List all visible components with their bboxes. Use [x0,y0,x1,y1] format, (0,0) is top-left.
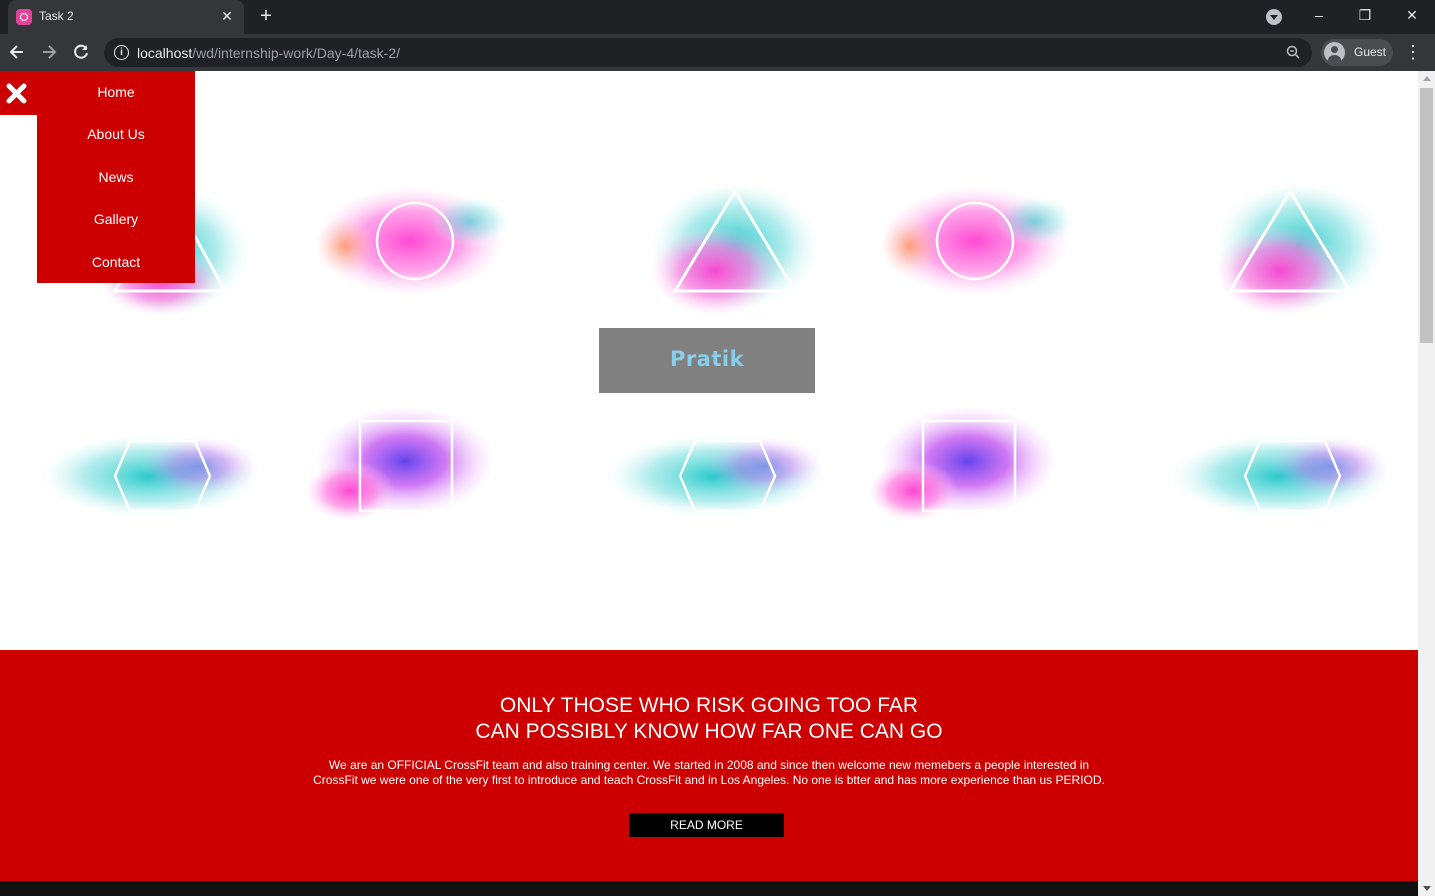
splash-square-2 [868,406,1058,521]
splash-circle-1 [315,186,510,296]
splash-circle-2 [880,186,1075,296]
address-bar[interactable]: i localhost/wd/internship-work/Day-4/tas… [104,38,1312,67]
splash-hexagon-1 [40,434,260,518]
zoom-icon[interactable] [1286,45,1300,59]
promo-text-line2: CrossFit we were one of the very first t… [313,773,1105,787]
splash-hexagon-2 [605,434,825,518]
splash-square-1 [305,406,495,521]
restore-button[interactable]: ❐ [1352,4,1378,26]
splash-triangle-3 [1215,181,1385,316]
footer-strip [0,881,1418,896]
promo-section: ONLY THOSE WHO RISK GOING TOO FAR CAN PO… [0,650,1418,881]
back-icon[interactable] [6,41,28,63]
menu-item-about-us[interactable]: About Us [37,113,195,155]
profile-button[interactable]: Guest [1321,39,1393,66]
menu-item-contact[interactable]: Contact [37,241,195,283]
forward-icon[interactable] [38,41,60,63]
new-tab-icon[interactable]: + [255,5,277,27]
scroll-up-icon[interactable] [1423,76,1431,81]
scroll-down-icon[interactable] [1423,886,1431,891]
promo-heading-line2: CAN POSSIBLY KNOW HOW FAR ONE CAN GO [475,720,943,743]
close-icon [6,83,27,104]
page-viewport: Pratik Home About Us News Gallery Contac… [0,71,1418,896]
tab-search-icon[interactable] [1266,9,1282,25]
logo-box: Pratik [599,328,815,393]
promo-text-line1: We are an OFFICIAL CrossFit team and als… [328,758,1090,772]
reload-icon[interactable] [70,41,92,63]
profile-icon [1324,42,1345,63]
promo-heading-line1: ONLY THOSE WHO RISK GOING TOO FAR [499,694,919,717]
url-host: localhost [137,45,193,61]
scroll-thumb[interactable] [1420,88,1433,343]
menu-item-gallery[interactable]: Gallery [37,198,195,240]
menu-close-button[interactable] [0,71,37,115]
minimize-button[interactable]: – [1306,4,1332,26]
profile-label: Guest [1354,45,1387,59]
tab-favicon-icon [16,9,32,25]
browser-tab[interactable]: Task 2 ✕ [8,0,244,34]
read-more-button[interactable]: READ MORE [629,813,784,837]
splash-triangle-2 [650,181,820,316]
close-tab-icon[interactable]: ✕ [218,7,236,25]
side-menu: Home About Us News Gallery Contact [37,71,195,283]
menu-item-home[interactable]: Home [37,71,195,113]
site-logo: Pratik [669,347,745,371]
menu-item-news[interactable]: News [37,156,195,198]
tab-title: Task 2 [39,9,74,23]
url-path: /wd/internship-work/Day-4/task-2/ [192,45,401,61]
url-text[interactable]: localhost/wd/internship-work/Day-4/task-… [137,45,400,61]
page-scrollbar[interactable] [1418,71,1435,896]
menu-dots-icon[interactable]: ⋮ [1403,41,1423,63]
browser-toolbar: i localhost/wd/internship-work/Day-4/tas… [0,34,1435,71]
tab-strip: Task 2 ✕ + – ❐ ✕ [0,0,1435,34]
close-window-button[interactable]: ✕ [1399,4,1425,26]
splash-hexagon-3 [1170,434,1390,518]
info-icon[interactable]: i [114,45,129,60]
